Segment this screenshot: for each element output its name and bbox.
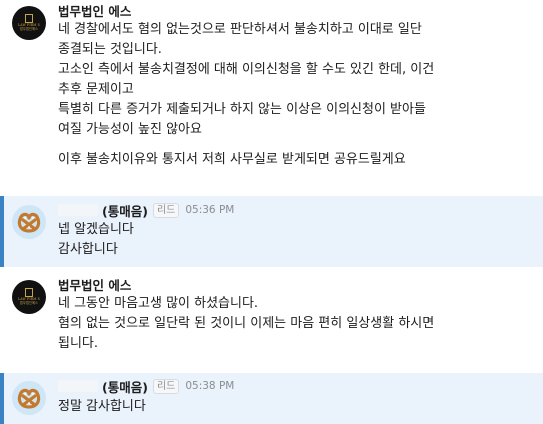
message-line: 고소인 측에서 불송치결정에 대해 이의신청을 할 수도 있긴 한데, 이건 (58, 62, 435, 77)
message-header: 법무법인 에스 (58, 1, 131, 19)
message-line: 이후 불송치이유와 통지서 저희 사무실로 받게되면 공유드릴게요 (58, 152, 406, 167)
message-item: LAW FIRM S 법무법인에스 법무법인 에스 네 그동안 마음고생 많이 … (0, 267, 543, 373)
pretzel-icon (17, 388, 41, 409)
avatar-logo-subtext: 법무법인에스 (19, 301, 39, 305)
message-header: (통매음) 리드 05:38 PM (58, 377, 234, 395)
message-body: 네 경찰에서도 혐의 없는것으로 판단하셔서 불송치하고 이대로 일단 종결되는… (58, 20, 535, 170)
timestamp[interactable]: 05:36 PM (185, 204, 234, 216)
lead-badge: 리드 (152, 378, 180, 394)
message-line: 됩니다. (58, 336, 99, 351)
message-line: 특별히 다른 증거가 제출되거나 하지 않는 이상은 이의신청이 받아들 (58, 102, 426, 117)
message-line: 여질 가능성이 높진 않아요 (58, 122, 202, 137)
sender-name[interactable]: (통매음) (102, 201, 148, 220)
sender-name[interactable]: 법무법인 에스 (58, 1, 131, 20)
message-body: 네 그동안 마음고생 많이 하셨습니다. 혐의 없는 것으로 일단락 된 것이니… (58, 294, 535, 354)
message-line: 네 경찰에서도 혐의 없는것으로 판단하셔서 불송치하고 이대로 일단 (58, 22, 422, 37)
message-line: 정말 감사합니다 (58, 399, 146, 414)
message-body: 넵 알겠습니다 감사합니다 (58, 220, 535, 260)
message-line: 넵 알겠습니다 (58, 222, 134, 237)
message-line: 혐의 없는 것으로 일단락 된 것이니 이제는 마음 편히 일상생활 하시면 (58, 316, 435, 331)
redacted-name (58, 380, 98, 392)
pretzel-avatar[interactable] (12, 381, 46, 415)
pretzel-icon (17, 212, 41, 233)
message-header: 법무법인 에스 (58, 275, 131, 293)
message-line: 감사합니다 (58, 242, 118, 257)
timestamp[interactable]: 05:38 PM (185, 380, 234, 392)
law-firm-avatar[interactable]: LAW FIRM S 법무법인에스 (12, 6, 46, 40)
message-body: 정말 감사합니다 (58, 397, 535, 417)
message-item: LAW FIRM S 법무법인에스 법무법인 에스 네 경찰에서도 혐의 없는것… (0, 0, 543, 196)
redacted-name (58, 204, 98, 216)
message-item-highlighted: (통매음) 리드 05:36 PM 넵 알겠습니다 감사합니다 (0, 196, 543, 267)
law-firm-logo-icon (25, 288, 33, 298)
message-item-highlighted: (통매음) 리드 05:38 PM 정말 감사합니다 (0, 373, 543, 424)
law-firm-avatar[interactable]: LAW FIRM S 법무법인에스 (12, 280, 46, 314)
sender-name[interactable]: (통매음) (102, 377, 148, 396)
lead-badge: 리드 (152, 202, 180, 218)
pretzel-avatar[interactable] (12, 205, 46, 239)
avatar-logo-subtext: 법무법인에스 (19, 27, 39, 31)
message-line: 네 그동안 마음고생 많이 하셨습니다. (58, 296, 259, 311)
sender-name[interactable]: 법무법인 에스 (58, 275, 131, 294)
message-line: 추후 문제이고 (58, 82, 134, 97)
law-firm-logo-icon (25, 14, 33, 24)
message-line: 종결되는 것입니다. (58, 42, 162, 57)
message-header: (통매음) 리드 05:36 PM (58, 201, 234, 219)
